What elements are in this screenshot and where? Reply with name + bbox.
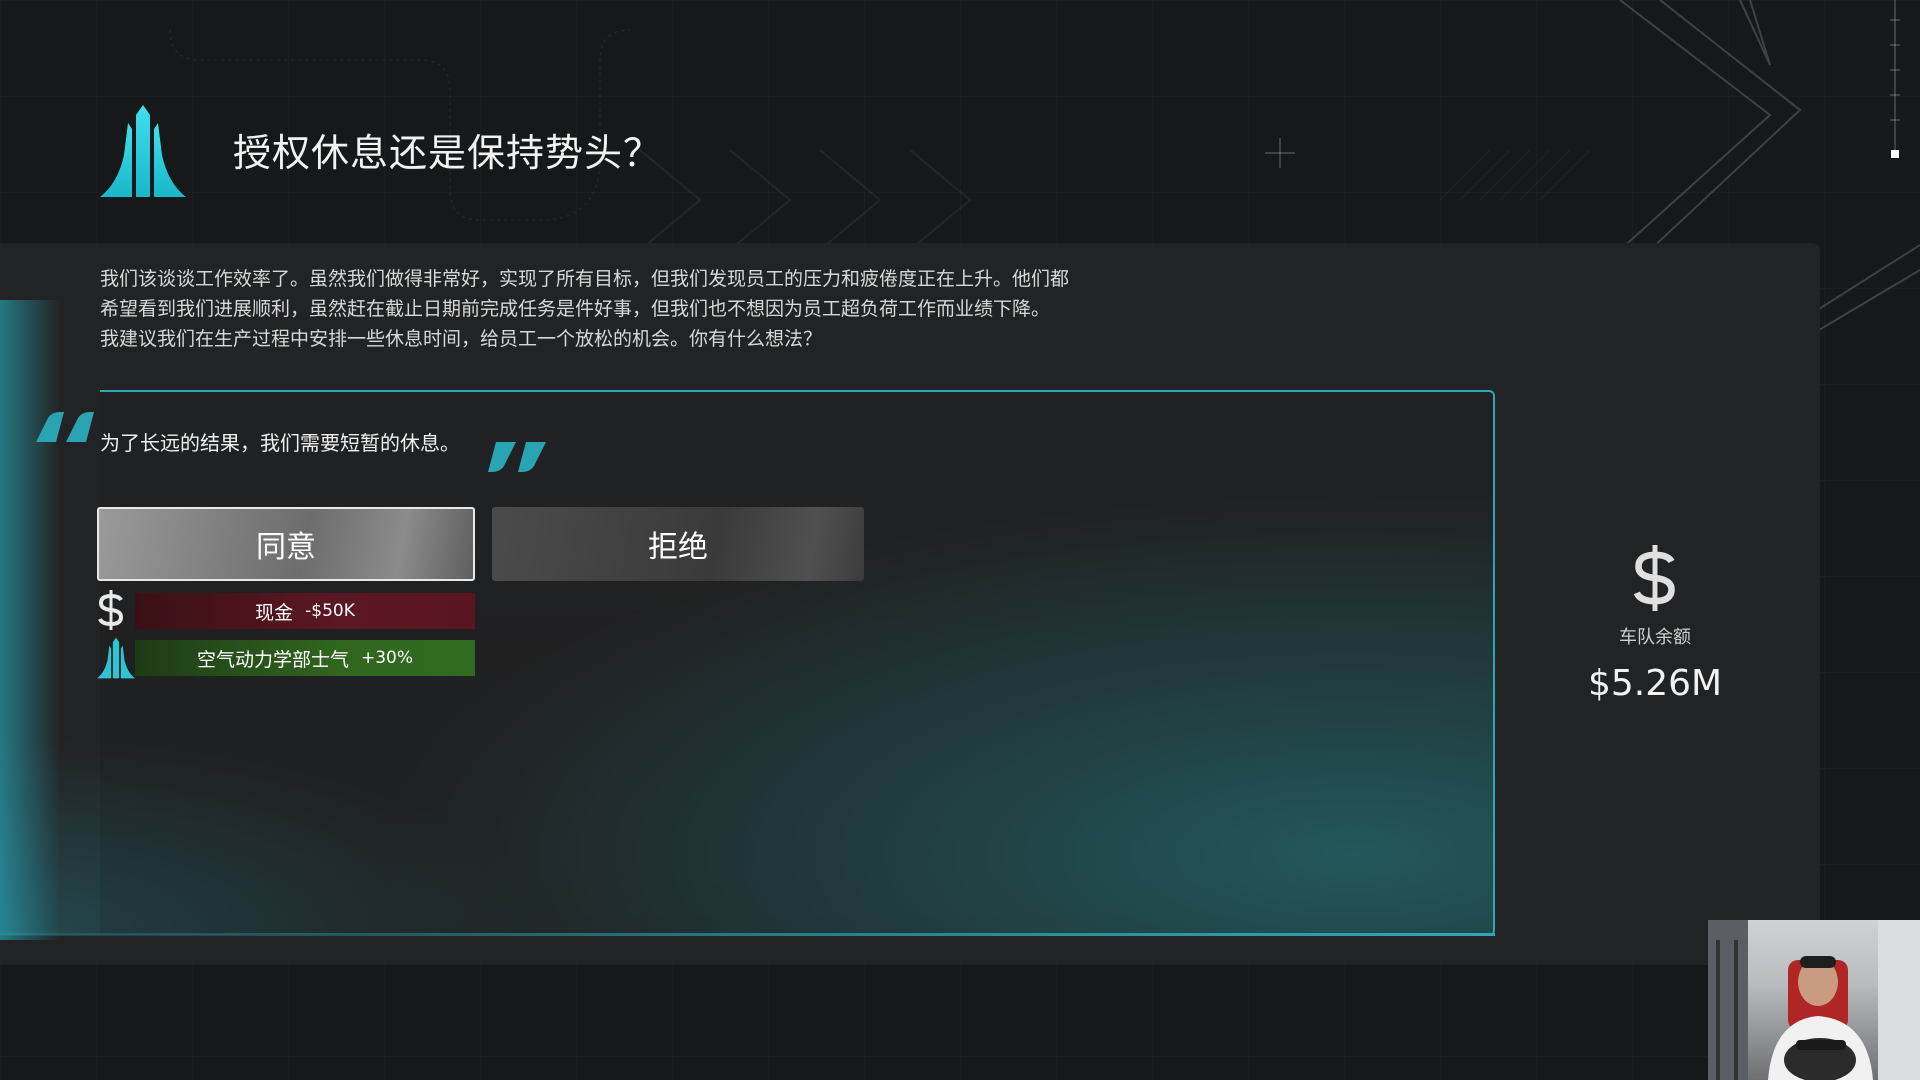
- refuse-button[interactable]: 拒绝: [492, 507, 864, 581]
- cash-effect-value: -$50K: [305, 601, 355, 621]
- event-title: 授权休息还是保持势头？: [233, 131, 663, 175]
- aero-department-icon: [97, 637, 135, 679]
- balance-value: $5.26M: [1587, 663, 1723, 704]
- team-balance: 车队余额 $5.26M: [1550, 545, 1760, 704]
- description-line: 我们该谈谈工作效率了。虽然我们做得非常好，实现了所有目标，但我们发现员工的压力和…: [100, 268, 1070, 290]
- morale-effect-value: +30%: [360, 648, 414, 668]
- dollar-icon: [98, 590, 124, 630]
- close-quote-icon: [488, 442, 546, 472]
- cash-effect: 现金 -$50K: [135, 593, 475, 629]
- agree-button[interactable]: 同意: [97, 507, 475, 581]
- morale-effect: 空气动力学部士气 +30%: [135, 640, 475, 676]
- aero-department-icon: [100, 105, 186, 197]
- option-panel-border: [0, 933, 1495, 936]
- balance-label: 车队余额: [1619, 627, 1691, 648]
- streamer-video: [1708, 920, 1920, 1080]
- morale-effect-label: 空气动力学部士气: [196, 648, 349, 671]
- dollar-icon: [1633, 545, 1675, 611]
- response-quote: 为了长远的结果，我们需要短暂的休息。: [100, 431, 460, 455]
- open-quote-icon: [36, 412, 94, 442]
- description-line: 我建议我们在生产过程中安排一些休息时间，给员工一个放松的机会。你有什么想法？: [100, 328, 823, 350]
- description-line: 希望看到我们进展顺利，虽然赶在截止日期前完成任务是件好事，但我们也不想因为员工超…: [100, 298, 1051, 320]
- webcam-overlay: [1708, 920, 1920, 1080]
- event-description: 我们该谈谈工作效率了。虽然我们做得非常好，实现了所有目标，但我们发现员工的压力和…: [100, 264, 1260, 354]
- scroll-indicator: [1890, 0, 1900, 158]
- cash-effect-label: 现金: [255, 601, 294, 624]
